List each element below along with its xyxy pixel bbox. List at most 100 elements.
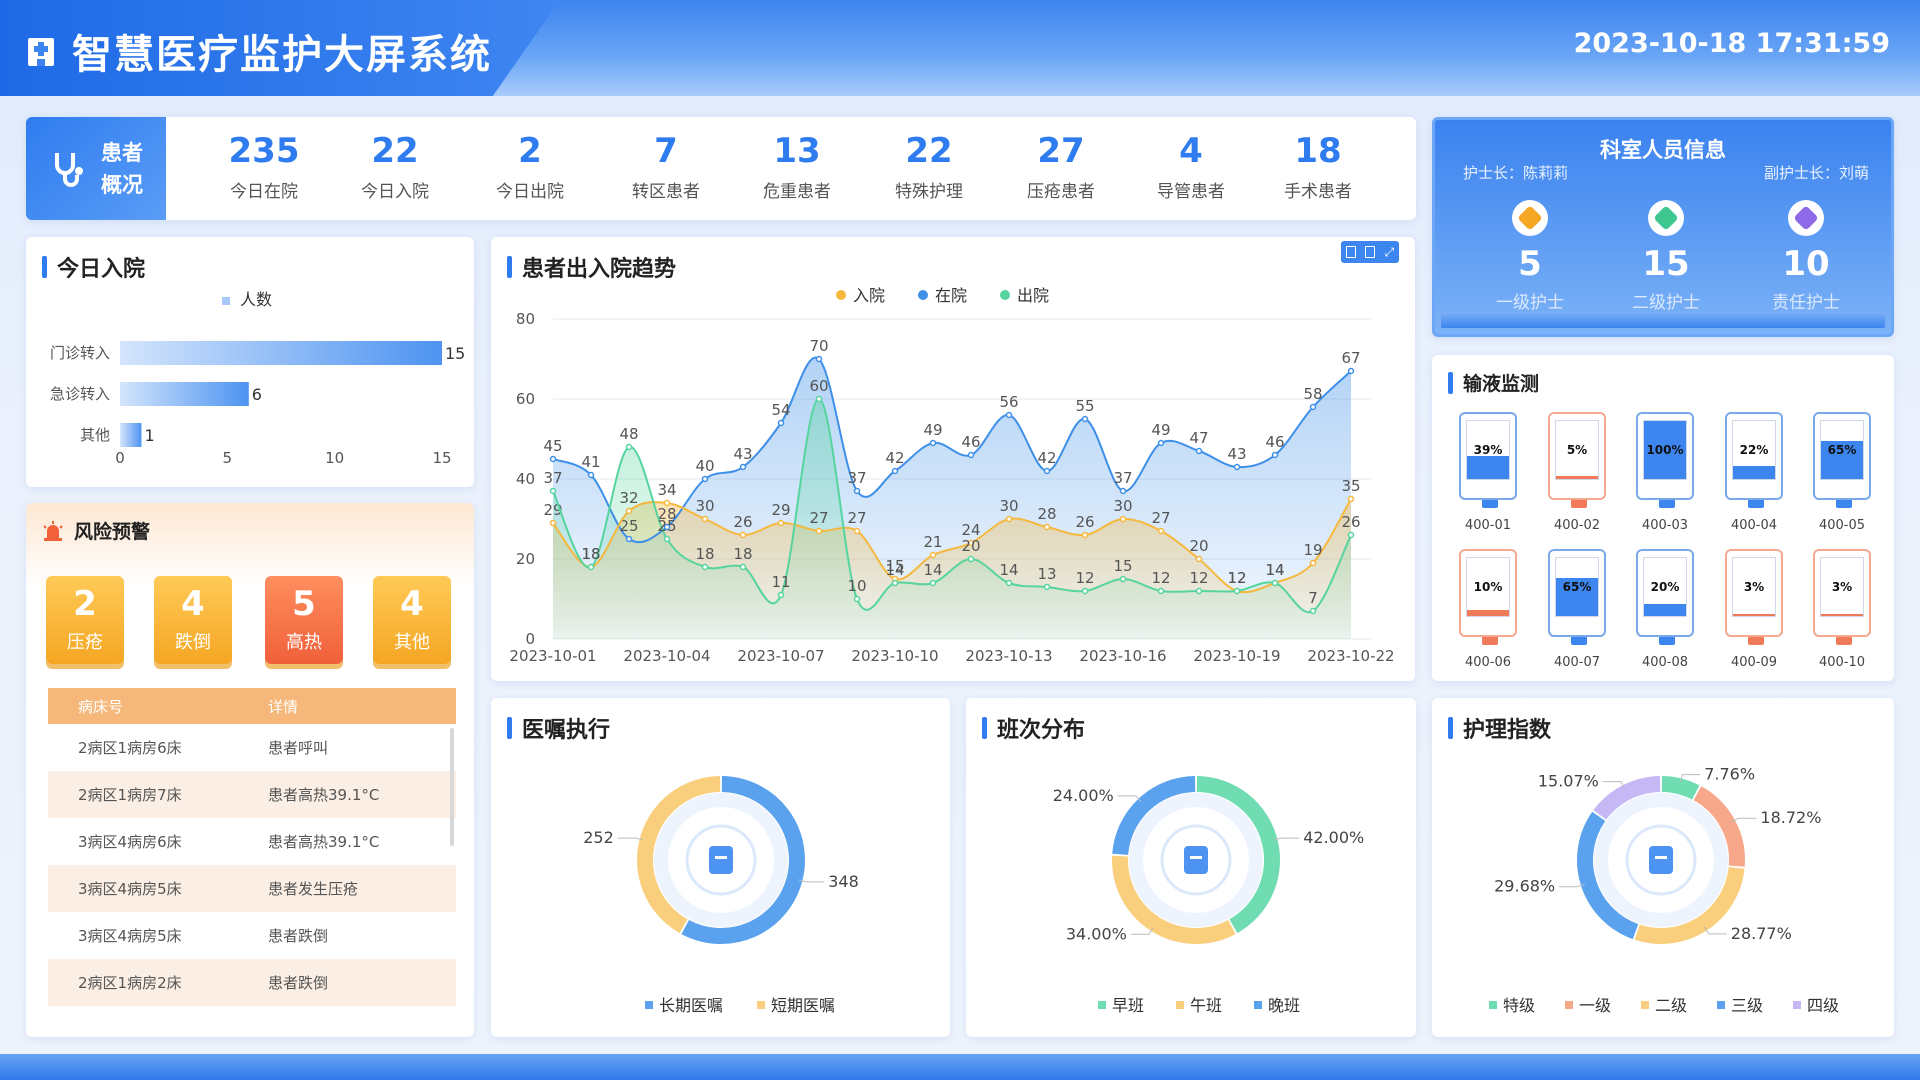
- stat-value: 22: [905, 131, 953, 171]
- medicine-bottle-icon-detail: [715, 856, 727, 859]
- bag-tip: [1659, 637, 1675, 645]
- data-label: 32: [619, 489, 638, 507]
- legend-label: 四级: [1807, 996, 1839, 1015]
- staff-count: 5: [1518, 244, 1542, 284]
- data-point: [549, 487, 557, 495]
- table-row[interactable]: 2病区1病房2床 患者跌倒: [48, 959, 456, 1006]
- shifts-panel: 班次分布 42.00% 34.00% 24.00% 早班 午班 晚班: [966, 698, 1416, 1037]
- risk-pressure-ulcer[interactable]: 2 压疮: [46, 576, 124, 664]
- staff-level2: 15 二级护士: [1611, 200, 1721, 313]
- legend-swatch: [645, 1001, 653, 1009]
- data-label: 14: [999, 561, 1018, 579]
- infusion-bag[interactable]: 20%: [1636, 549, 1694, 645]
- bag-percent: 20%: [1650, 580, 1680, 594]
- infusion-bag[interactable]: 65%: [1548, 549, 1606, 645]
- stat-discharged: 2 今日出院: [470, 131, 590, 202]
- legend-label: 晚班: [1268, 996, 1300, 1015]
- risk-label: 跌倒: [175, 632, 211, 653]
- data-point: [1195, 447, 1203, 455]
- legend-marker: [918, 290, 928, 300]
- risk-other[interactable]: 4 其他: [373, 576, 451, 664]
- stat-value: 18: [1294, 131, 1342, 171]
- data-label: 42: [885, 449, 904, 467]
- watch-icon-detail: [1190, 856, 1202, 859]
- infusion-bag[interactable]: 100%: [1636, 412, 1694, 508]
- bar-category-label: 门诊转入: [50, 344, 110, 362]
- table-row[interactable]: 3病区4病房5床 患者跌倒: [48, 912, 456, 959]
- infusion-bag[interactable]: 3%: [1725, 549, 1783, 645]
- bag-percent: 3%: [1831, 580, 1853, 594]
- data-point: [1157, 587, 1165, 595]
- x-tick-label: 2023-10-19: [1193, 647, 1280, 665]
- data-point: [1195, 587, 1203, 595]
- y-tick-label: 0: [525, 630, 535, 648]
- data-label: 18: [581, 545, 600, 563]
- stat-transferred: 7 转区患者: [606, 131, 726, 202]
- staff-label: 责任护士: [1772, 293, 1840, 313]
- table-scrollbar[interactable]: [450, 728, 454, 846]
- infusion-bag[interactable]: 65%: [1813, 412, 1871, 508]
- data-label: 46: [1265, 433, 1284, 451]
- data-label: 28: [1037, 505, 1056, 523]
- risk-count: 4: [400, 584, 424, 624]
- data-label: 26: [733, 513, 752, 531]
- stat-label: 导管患者: [1157, 182, 1225, 202]
- alarm-icon: [43, 520, 63, 541]
- data-point: [777, 519, 785, 527]
- stat-label: 危重患者: [763, 182, 831, 202]
- bag-window: 20%: [1643, 557, 1687, 617]
- bag-window: 22%: [1732, 420, 1776, 480]
- data-point: [967, 555, 975, 563]
- table-row[interactable]: 3病区4病房5床 患者发生压疮: [48, 865, 456, 912]
- orders-panel: 医嘱执行 348 252 长期医嘱 短期医嘱: [491, 698, 950, 1037]
- data-label: 29: [771, 501, 790, 519]
- infusion-bag[interactable]: 39%: [1459, 412, 1517, 508]
- bag-tip: [1571, 500, 1587, 508]
- data-point: [777, 419, 785, 427]
- x-tick-label: 2023-10-10: [851, 647, 938, 665]
- page-title-text: 智慧医疗监护大屏系统: [72, 32, 492, 78]
- risk-fever[interactable]: 5 高热: [265, 576, 343, 664]
- data-point: [1309, 559, 1317, 567]
- infusion-bag[interactable]: 3%: [1813, 549, 1871, 645]
- data-point: [1043, 467, 1051, 475]
- care-hand-icon-detail: [1655, 856, 1667, 859]
- risk-count: 4: [181, 584, 205, 624]
- staff-title: 科室人员信息: [1600, 138, 1726, 162]
- data-point: [587, 471, 595, 479]
- infusion-bag[interactable]: 5%: [1548, 412, 1606, 508]
- bed-cell: 3病区4病房5床: [78, 927, 182, 945]
- data-label: 18: [695, 545, 714, 563]
- risk-fall[interactable]: 4 跌倒: [154, 576, 232, 664]
- data-point: [891, 467, 899, 475]
- detail-cell: 患者跌倒: [268, 927, 329, 945]
- data-point: [1309, 607, 1317, 615]
- data-label: 30: [999, 497, 1018, 515]
- data-point: [739, 531, 747, 539]
- data-label: 15: [1113, 557, 1132, 575]
- table-row[interactable]: 2病区1病房6床 患者呼叫: [48, 724, 456, 771]
- header: 智慧医疗监护大屏系统 2023-10-18 17:31:59: [0, 0, 1920, 96]
- watch-icon: [1184, 846, 1208, 874]
- nursing-index-panel: 护理指数 7.76% 18.72% 28.77% 29.68% 15.07% 特级 一级 二级…: [1432, 698, 1894, 1037]
- bag-window: 3%: [1820, 557, 1864, 617]
- infusion-bag[interactable]: 10%: [1459, 549, 1517, 645]
- bag-window: 5%: [1555, 420, 1599, 480]
- data-label: 27: [1151, 509, 1170, 527]
- table-row[interactable]: 3病区4病房6床 患者高热39.1°C: [48, 818, 456, 865]
- bag-id-label: 400-09: [1730, 655, 1778, 670]
- slice-value-label: 28.77%: [1731, 924, 1792, 943]
- stethoscope-icon: [55, 152, 83, 187]
- data-point: [929, 551, 937, 559]
- bag-percent: 5%: [1566, 443, 1588, 457]
- data-point: [815, 527, 823, 535]
- legend-label: 入院: [853, 286, 885, 305]
- legend-swatch: [1489, 1001, 1497, 1009]
- data-label: 30: [695, 497, 714, 515]
- data-point: [1081, 415, 1089, 423]
- table-row[interactable]: 2病区1病房7床 患者高热39.1°C: [48, 771, 456, 818]
- infusion-bag[interactable]: 22%: [1725, 412, 1783, 508]
- detail-cell: 患者跌倒: [268, 974, 329, 992]
- data-label: 37: [847, 469, 866, 487]
- data-point: [929, 579, 937, 587]
